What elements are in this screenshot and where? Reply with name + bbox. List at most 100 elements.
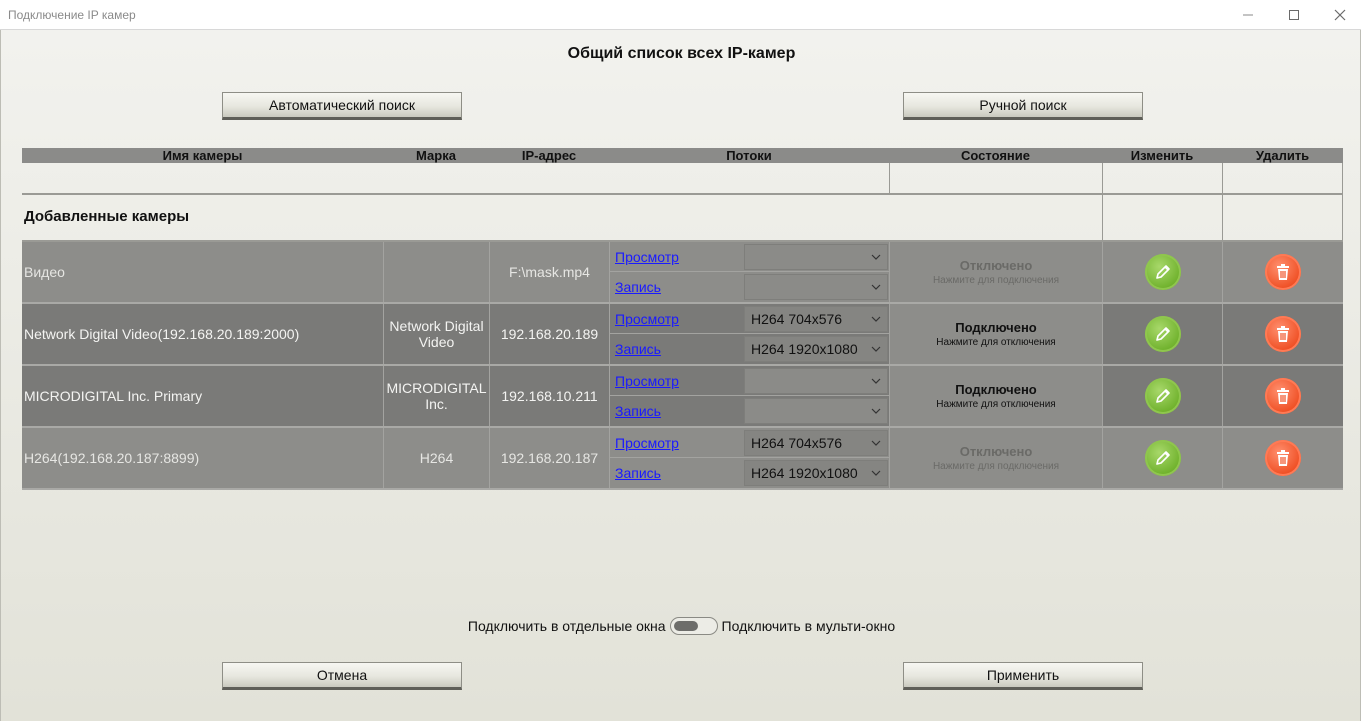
chevron-down-icon [871, 337, 881, 361]
record-link[interactable]: Запись [615, 465, 661, 481]
close-button[interactable] [1317, 0, 1361, 30]
camera-ip: 192.168.20.187 [489, 428, 609, 488]
connection-state-toggle[interactable]: Отключено Нажмите для подключения [889, 428, 1102, 488]
camera-ip: F:\mask.mp4 [489, 242, 609, 302]
delete-button[interactable] [1265, 316, 1301, 352]
trash-icon [1277, 326, 1289, 342]
edit-button[interactable] [1144, 440, 1181, 476]
toggle-knob [673, 621, 698, 631]
pencil-icon [1155, 389, 1170, 403]
connection-state-toggle[interactable]: Подключено Нажмите для отключения [889, 366, 1102, 426]
record-stream-line: Запись [610, 272, 890, 302]
state-hint: Нажмите для подключения [932, 461, 1060, 472]
view-link[interactable]: Просмотр [615, 373, 679, 389]
view-stream-line: Просмотр [610, 366, 890, 396]
delete-cell [1222, 242, 1343, 302]
delete-button[interactable] [1265, 254, 1301, 290]
record-link[interactable]: Запись [615, 279, 661, 295]
table-row[interactable]: Видео F:\mask.mp4 Просмотр Запись Отключ… [22, 242, 1343, 304]
view-link[interactable]: Просмотр [615, 249, 679, 265]
view-link[interactable]: Просмотр [615, 435, 679, 451]
divider [889, 163, 890, 193]
record-stream-value: H264 1920x1080 [751, 465, 858, 481]
record-link[interactable]: Запись [615, 403, 661, 419]
pencil-icon [1155, 265, 1170, 279]
minimize-icon [1243, 14, 1253, 16]
table-row[interactable]: Network Digital Video(192.168.20.189:200… [22, 304, 1343, 366]
chevron-down-icon [871, 369, 881, 393]
column-header-delete: Удалить [1255, 148, 1310, 163]
edit-button[interactable] [1144, 254, 1181, 290]
chevron-down-icon [871, 461, 881, 485]
state-label: Отключено [959, 258, 1033, 273]
column-header-state: Состояние [960, 148, 1030, 163]
column-header-streams: Потоки [726, 148, 772, 163]
pencil-icon [1155, 327, 1170, 341]
table-row[interactable]: MICRODIGITAL Inc. Primary MICRODIGITAL I… [22, 366, 1343, 428]
connection-state-toggle[interactable]: Подключено Нажмите для отключения [889, 304, 1102, 364]
page-title: Общий список всех IP-камер [567, 45, 796, 62]
chevron-down-icon [871, 245, 881, 269]
maximize-icon [1289, 10, 1299, 20]
section-label-added-cameras: Добавленные камеры [24, 208, 190, 225]
edit-cell [1102, 428, 1222, 488]
edit-cell [1102, 242, 1222, 302]
view-stream-select[interactable] [744, 368, 888, 394]
view-stream-select[interactable]: H264 704x576 [744, 306, 888, 332]
record-stream-line: Запись H264 1920x1080 [610, 334, 890, 364]
pencil-icon [1155, 451, 1170, 465]
view-stream-value: H264 704x576 [751, 435, 843, 451]
apply-button[interactable]: Применить [903, 662, 1143, 690]
dialog-body: Общий список всех IP-камер Автоматически… [0, 30, 1361, 721]
record-stream-select[interactable]: H264 1920x1080 [744, 460, 888, 486]
record-link[interactable]: Запись [615, 341, 661, 357]
view-stream-line: Просмотр [610, 242, 890, 272]
edit-button[interactable] [1144, 378, 1181, 414]
edit-cell [1102, 366, 1222, 426]
view-link[interactable]: Просмотр [615, 311, 679, 327]
camera-ip: 192.168.20.189 [489, 304, 609, 364]
view-stream-select[interactable]: H264 704x576 [744, 430, 888, 456]
camera-streams: Просмотр H264 704x576 Запись H264 1920x1… [609, 428, 890, 488]
auto-search-button[interactable]: Автоматический поиск [222, 92, 462, 120]
column-header-brand: Марка [416, 148, 456, 163]
delete-button[interactable] [1265, 440, 1301, 476]
chevron-down-icon [871, 275, 881, 299]
camera-streams: Просмотр Запись [609, 366, 890, 426]
camera-name: MICRODIGITAL Inc. Primary [24, 388, 203, 404]
trash-icon [1277, 450, 1289, 466]
table-row[interactable]: H264(192.168.20.187:8899) H264 192.168.2… [22, 428, 1343, 490]
state-hint: Нажмите для отключения [936, 399, 1056, 410]
view-stream-line: Просмотр H264 704x576 [610, 428, 890, 458]
record-stream-line: Запись H264 1920x1080 [610, 458, 890, 488]
camera-name: Видео [24, 264, 65, 280]
minimize-button[interactable] [1225, 0, 1271, 30]
window-titlebar: Подключение IP камер [0, 0, 1361, 30]
edit-button[interactable] [1144, 316, 1181, 352]
state-hint: Нажмите для отключения [936, 337, 1056, 348]
manual-search-button[interactable]: Ручной поиск [903, 92, 1143, 120]
record-stream-select[interactable] [744, 398, 888, 424]
camera-name: Network Digital Video(192.168.20.189:200… [24, 326, 300, 342]
trash-icon [1277, 264, 1289, 280]
maximize-button[interactable] [1271, 0, 1317, 30]
connection-state-toggle[interactable]: Отключено Нажмите для подключения [889, 242, 1102, 302]
divider [22, 193, 1343, 195]
connect-mode-toggle[interactable] [669, 617, 718, 635]
record-stream-select[interactable] [744, 274, 888, 300]
camera-streams: Просмотр Запись [609, 242, 890, 302]
window-title: Подключение IP камер [8, 8, 136, 22]
connect-separate-label: Подключить в отдельные окна [467, 618, 666, 634]
divider [1222, 163, 1223, 241]
record-stream-select[interactable]: H264 1920x1080 [744, 336, 888, 362]
view-stream-select[interactable] [744, 244, 888, 270]
cancel-button[interactable]: Отмена [222, 662, 462, 690]
delete-button[interactable] [1265, 378, 1301, 414]
camera-brand: H264 [383, 428, 489, 488]
camera-streams: Просмотр H264 704x576 Запись H264 1920x1… [609, 304, 890, 364]
close-icon [1334, 9, 1346, 21]
camera-ip: 192.168.10.211 [489, 366, 609, 426]
state-label: Подключено [955, 382, 1037, 397]
record-stream-line: Запись [610, 396, 890, 426]
delete-cell [1222, 428, 1343, 488]
